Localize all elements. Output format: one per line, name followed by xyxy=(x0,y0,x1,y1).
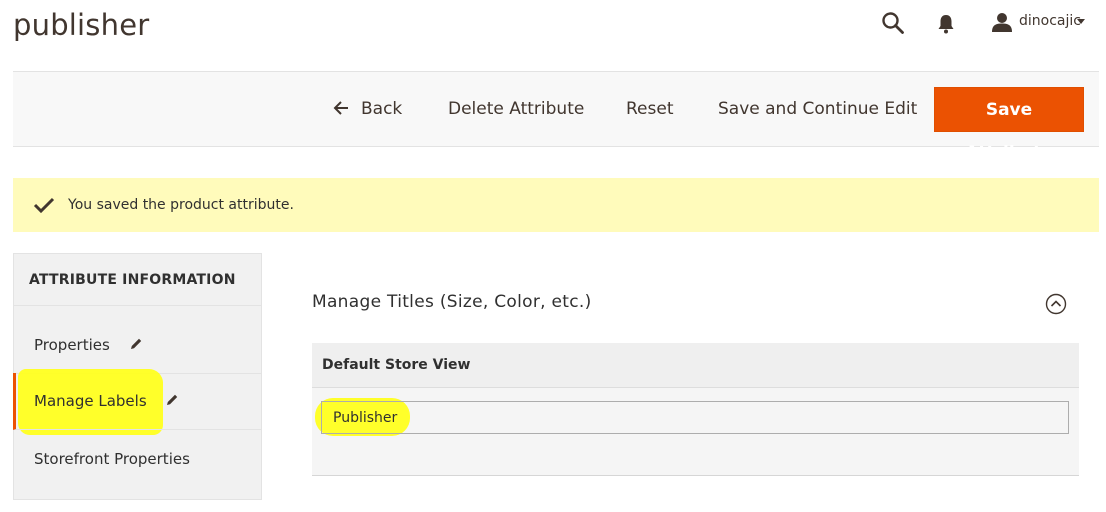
delete-attribute-button[interactable]: Delete Attribute xyxy=(448,72,584,146)
user-icon[interactable] xyxy=(991,12,1013,32)
divider xyxy=(312,475,1079,476)
page-title: publisher xyxy=(13,8,150,42)
pencil-icon xyxy=(167,394,178,405)
sidebar-item-label: Properties xyxy=(34,336,110,354)
message-text: You saved the product attribute. xyxy=(68,197,294,213)
sidebar-item-manage-labels[interactable]: Manage Labels xyxy=(13,373,262,430)
user-name[interactable]: dinocajic xyxy=(1019,13,1081,29)
sidebar-item-label: Storefront Properties xyxy=(34,450,190,468)
back-label: Back xyxy=(361,99,403,119)
reset-button[interactable]: Reset xyxy=(626,72,674,146)
back-button[interactable]: Back xyxy=(333,72,402,146)
checkmark-icon xyxy=(33,197,55,214)
save-and-continue-button[interactable]: Save and Continue Edit xyxy=(718,72,917,146)
page-actions-toolbar: Back Delete Attribute Reset Save and Con… xyxy=(13,71,1099,163)
arrow-left-icon xyxy=(333,100,348,115)
store-view-header: Default Store View xyxy=(312,343,1079,387)
chevron-up-circle-icon[interactable] xyxy=(1045,293,1067,315)
bell-icon[interactable] xyxy=(936,13,956,35)
sidebar-item-properties[interactable]: Properties xyxy=(14,317,261,374)
sidebar-item-label: Manage Labels xyxy=(34,392,147,410)
sidebar-item-storefront-properties[interactable]: Storefront Properties xyxy=(14,431,261,488)
search-icon[interactable] xyxy=(881,11,905,35)
sidebar-title: ATTRIBUTE INFORMATION xyxy=(14,254,261,306)
pencil-icon xyxy=(130,338,141,349)
caret-down-icon[interactable] xyxy=(1077,19,1085,24)
section-title: Manage Titles (Size, Color, etc.) xyxy=(312,292,592,312)
success-message: You saved the product attribute. xyxy=(13,178,1099,232)
save-attribute-button[interactable]: Save Attribute xyxy=(934,87,1084,163)
default-store-view-label-input[interactable] xyxy=(321,401,1069,434)
